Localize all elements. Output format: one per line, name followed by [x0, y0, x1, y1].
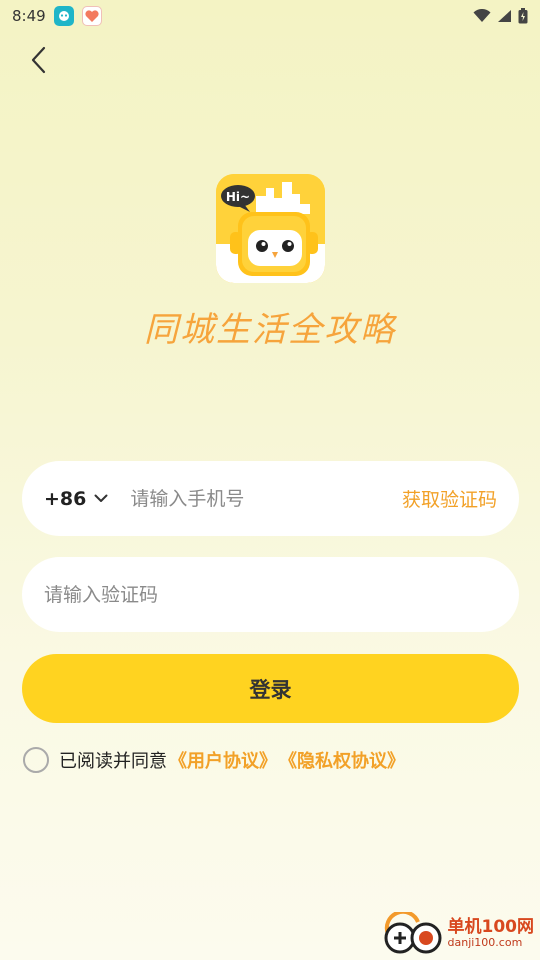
code-input-row [22, 557, 519, 632]
app-logo-mascot: Hi~ [216, 174, 325, 283]
heart-notification-icon [81, 6, 102, 26]
app-slogan: 同城生活全攻略 [144, 310, 396, 350]
status-right [473, 8, 528, 24]
watermark: 单机100网 danji100.com [380, 912, 535, 956]
status-left: 8:49 [12, 6, 102, 26]
wifi-icon [473, 9, 491, 22]
phone-input[interactable] [130, 487, 402, 510]
chevron-left-icon [31, 46, 46, 74]
status-bar: 8:49 [0, 0, 540, 32]
get-code-button[interactable]: 获取验证码 [402, 485, 497, 512]
verification-code-input[interactable] [44, 583, 497, 606]
phone-input-row: +86 获取验证码 [22, 461, 519, 536]
watermark-logo-icon [384, 912, 441, 954]
back-button[interactable] [22, 42, 54, 78]
app-logo: Hi~ [216, 174, 325, 283]
signal-icon [498, 10, 511, 22]
agreement-row: 已阅读并同意 《用户协议》 《隐私权协议》 [23, 746, 405, 774]
battery-icon [518, 8, 528, 24]
watermark-text: 单机100网 danji100.com [447, 917, 535, 950]
logo-hi-text: Hi~ [226, 190, 250, 204]
app-notification-icon [53, 6, 74, 26]
watermark-cn: 单机100网 [447, 917, 535, 938]
country-code-selector[interactable]: +86 [44, 488, 108, 510]
agreement-checkbox[interactable] [23, 747, 49, 773]
user-agreement-link[interactable]: 《用户协议》 [169, 747, 277, 773]
status-time: 8:49 [12, 7, 46, 25]
country-code-label: +86 [44, 487, 87, 510]
chevron-down-icon [94, 494, 108, 502]
agreement-prefix: 已阅读并同意 [59, 751, 167, 772]
watermark-en: danji100.com [447, 936, 523, 950]
login-button[interactable]: 登录 [22, 654, 519, 723]
privacy-policy-link[interactable]: 《隐私权协议》 [279, 747, 405, 773]
